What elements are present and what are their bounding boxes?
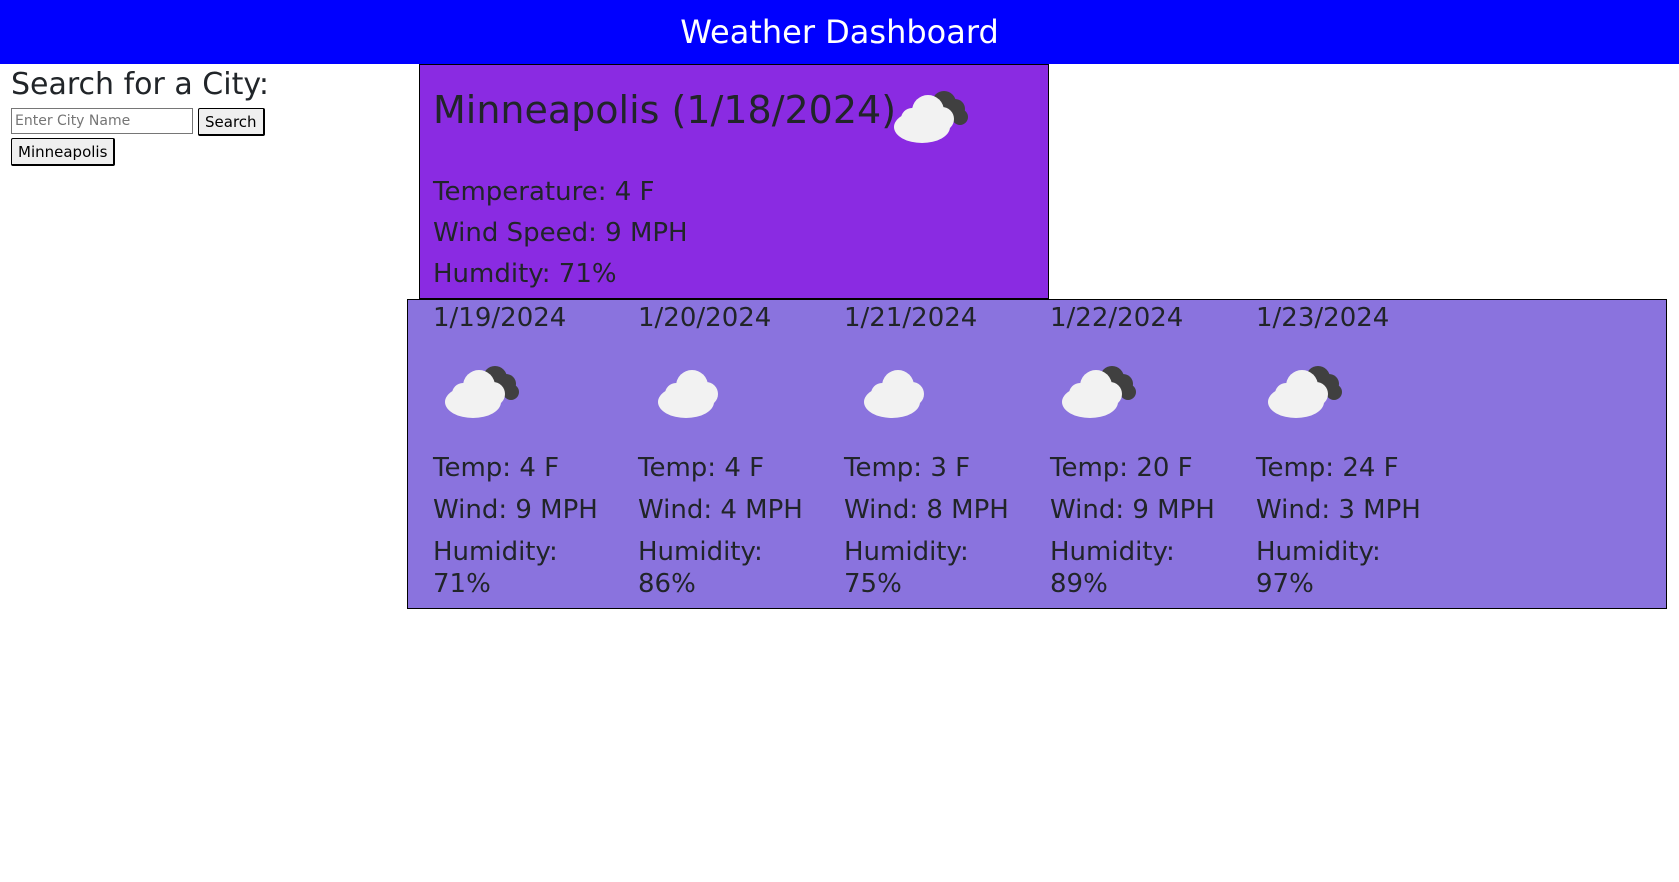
few-clouds-icon <box>656 362 732 422</box>
forecast-temp: Temp: 20 F <box>1050 453 1193 483</box>
app-header: Weather Dashboard <box>0 0 1679 64</box>
few-clouds-icon <box>862 362 938 422</box>
forecast-date: 1/22/2024 <box>1050 303 1184 333</box>
forecast-date: 1/19/2024 <box>433 303 567 333</box>
forecast-wind: Wind: 8 MPH <box>844 495 1009 525</box>
forecast-humidity: Humidity: 86% <box>638 537 763 599</box>
search-heading: Search for a City: <box>11 67 270 102</box>
current-wind: Wind Speed: 9 MPH <box>433 218 688 248</box>
forecast-wind: Wind: 9 MPH <box>1050 495 1215 525</box>
current-temperature: Temperature: 4 F <box>433 177 655 207</box>
broken-clouds-icon <box>892 87 968 147</box>
forecast-wind: Wind: 3 MPH <box>1256 495 1421 525</box>
forecast-temp: Temp: 3 F <box>844 453 971 483</box>
forecast-temp: Temp: 4 F <box>433 453 560 483</box>
forecast-temp: Temp: 4 F <box>638 453 765 483</box>
forecast-humidity: Humidity: 75% <box>844 537 969 599</box>
forecast-humidity: Humidity: 97% <box>1256 537 1381 599</box>
current-humidity: Humdity: 71% <box>433 259 617 289</box>
broken-clouds-icon <box>1060 362 1136 422</box>
current-city-title: Minneapolis (1/18/2024) <box>433 88 897 132</box>
forecast-humidity: Humidity: 89% <box>1050 537 1175 599</box>
forecast-date: 1/21/2024 <box>844 303 978 333</box>
city-search-input[interactable] <box>11 108 193 134</box>
sidebar: Search for a City: Search Minneapolis <box>11 66 269 166</box>
broken-clouds-icon <box>1266 362 1342 422</box>
forecast-panel: 1/19/2024 Temp: 4 F Wind: 9 MPH Humidity… <box>407 299 1667 609</box>
forecast-date: 1/23/2024 <box>1256 303 1390 333</box>
forecast-wind: Wind: 9 MPH <box>433 495 598 525</box>
forecast-wind: Wind: 4 MPH <box>638 495 803 525</box>
page-title: Weather Dashboard <box>680 13 999 51</box>
current-weather-card: Minneapolis (1/18/2024) Temperature: 4 F… <box>419 64 1049 299</box>
forecast-date: 1/20/2024 <box>638 303 772 333</box>
search-row: Search <box>11 108 269 136</box>
broken-clouds-icon <box>443 362 519 422</box>
forecast-temp: Temp: 24 F <box>1256 453 1399 483</box>
search-button[interactable]: Search <box>198 108 265 136</box>
history-button-minneapolis[interactable]: Minneapolis <box>11 138 116 166</box>
forecast-humidity: Humidity: 71% <box>433 537 558 599</box>
